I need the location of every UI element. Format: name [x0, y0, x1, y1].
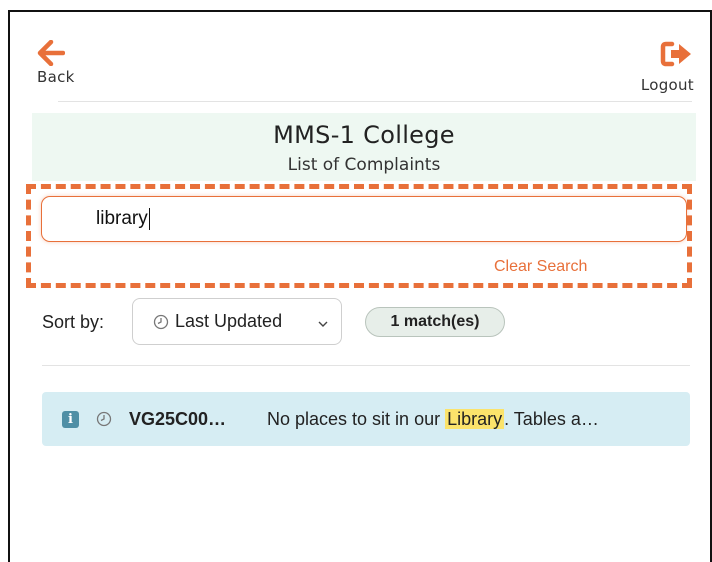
- page-header: MMS-1 College List of Complaints: [32, 113, 696, 181]
- chevron-down-icon: [317, 314, 329, 335]
- clock-icon: [96, 411, 112, 427]
- sort-select[interactable]: Last Updated: [132, 298, 342, 345]
- sort-label: Sort by:: [42, 312, 105, 332]
- text-caret: [148, 208, 150, 230]
- search-input-value: library: [96, 208, 148, 229]
- complaint-text-before: No places to sit in our: [267, 408, 446, 429]
- logout-icon: [660, 41, 691, 67]
- top-divider: [58, 101, 692, 102]
- clock-icon: [153, 314, 169, 330]
- search-input[interactable]: library: [41, 196, 687, 242]
- logout-label: Logout: [640, 76, 694, 94]
- page-title: List of Complaints: [287, 155, 441, 175]
- back-label: Back: [37, 68, 75, 86]
- arrow-left-icon: [37, 40, 65, 66]
- complaint-row[interactable]: i VG25C00… No places to sit in our Libra…: [42, 392, 690, 446]
- complaint-id: VG25C00…: [129, 408, 227, 429]
- list-divider: [42, 365, 690, 366]
- complaint-summary: No places to sit in our Library. Tables …: [267, 408, 599, 430]
- sort-selected-value: Last Updated: [175, 311, 283, 331]
- info-icon[interactable]: i: [62, 410, 79, 428]
- logout-button[interactable]: Logout: [624, 40, 694, 98]
- match-count-badge: 1 match(es): [365, 307, 505, 337]
- back-button[interactable]: Back: [37, 40, 87, 98]
- clear-search-link[interactable]: Clear Search: [494, 258, 587, 276]
- search-match-highlight: Library: [445, 408, 505, 429]
- college-name: MMS-1 College: [273, 121, 455, 149]
- complaint-text-after: . Tables a…: [504, 408, 599, 429]
